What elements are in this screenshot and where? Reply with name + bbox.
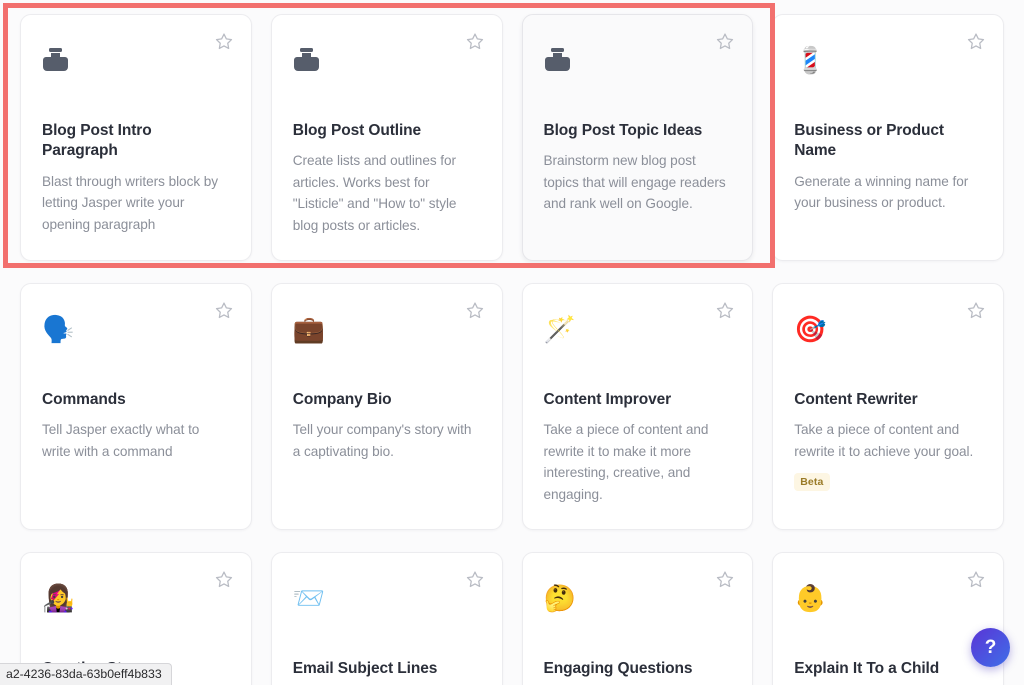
template-card[interactable]: 🎯 Content Rewriter Take a piece of content…	[772, 283, 1004, 530]
bullseye-dart-icon-glyph: 🎯	[794, 314, 827, 344]
template-card[interactable]: 🤔 Engaging Questions	[521, 552, 754, 685]
bullseye-dart-icon: 🎯	[794, 306, 981, 352]
template-card-description: Tell your company's story with a captiva…	[292, 422, 472, 459]
template-card[interactable]: Blog Post Topic Ideas Brainstorm new blog…	[521, 14, 754, 261]
favorite-star-icon[interactable]	[215, 301, 233, 319]
template-card[interactable]: 🗣️ Commands Tell Jasper exactly what to wr…	[20, 283, 252, 530]
favorite-star-icon[interactable]	[967, 301, 985, 319]
inkwell-icon	[42, 37, 229, 83]
baby-face-icon: 👶	[794, 575, 981, 621]
baby-face-icon-glyph: 👶	[794, 583, 827, 613]
thinking-face-icon-glyph: 🤔	[543, 583, 576, 613]
barber-pole-icon-glyph: 💈	[794, 45, 827, 75]
help-button[interactable]: ?	[971, 628, 1010, 667]
template-card-description: Tell Jasper exactly what to write with a…	[42, 422, 200, 459]
template-card-title: Commands	[42, 391, 126, 408]
template-card-title: Blog Post Topic Ideas	[543, 122, 703, 139]
favorite-star-icon[interactable]	[716, 570, 734, 588]
favorite-star-icon[interactable]	[466, 570, 484, 588]
favorite-star-icon[interactable]	[466, 301, 484, 319]
thinking-face-icon: 🤔	[544, 575, 731, 621]
template-card-title: Business or Product Name	[794, 122, 944, 160]
briefcase-icon: 💼	[293, 306, 480, 352]
template-card[interactable]: 📨 Email Subject Lines	[270, 552, 503, 685]
briefcase-icon-glyph: 💼	[292, 314, 326, 344]
template-card-description: Brainstorm new blog post topics that wil…	[543, 153, 726, 212]
template-card-title: Blog Post Intro Paragraph	[42, 122, 152, 160]
inkwell-icon	[293, 37, 480, 83]
favorite-star-icon[interactable]	[466, 32, 484, 50]
template-card[interactable]: 🪄 Content Improver Take a piece of content…	[521, 283, 754, 530]
inkwell-icon	[544, 37, 731, 83]
template-card[interactable]: 💈 Business or Product Name Generate a winn…	[772, 14, 1004, 261]
incoming-envelope-icon: 📨	[293, 575, 480, 621]
template-card-description: Take a piece of content and rewrite it t…	[794, 422, 974, 459]
template-card-description: Blast through writers block by letting J…	[42, 173, 219, 232]
template-card-title: Engaging Questions	[543, 660, 693, 677]
favorite-star-icon[interactable]	[716, 301, 734, 319]
template-gallery: Blog Post Intro Paragraph Blast through w…	[0, 0, 1024, 685]
incoming-envelope-icon-glyph: 📨	[292, 583, 326, 613]
template-card-title: Blog Post Outline	[292, 122, 422, 139]
favorite-star-icon[interactable]	[716, 32, 734, 50]
template-card-description: Take a piece of content and rewrite it t…	[543, 422, 709, 502]
speaking-head-icon-glyph: 🗣️	[42, 314, 75, 344]
template-card-description: Generate a winning name for your busines…	[794, 173, 969, 211]
favorite-star-icon[interactable]	[215, 32, 233, 50]
template-card-title: Explain It To a Child	[794, 660, 940, 677]
favorite-star-icon[interactable]	[967, 32, 985, 50]
template-card-description: Create lists and outlines for articles. …	[292, 153, 457, 233]
template-card-title: Email Subject Lines	[292, 660, 438, 677]
template-card-title: Content Rewriter	[794, 391, 918, 408]
browser-status-bar: a2-4236-83da-63b0eff4b833	[0, 663, 172, 685]
template-card[interactable]: Blog Post Outline Create lists and outlin…	[270, 14, 503, 261]
speaking-head-icon: 🗣️	[42, 306, 229, 352]
woman-artist-icon: 👩‍🎤	[42, 575, 229, 621]
status-bar-text: a2-4236-83da-63b0eff4b833	[6, 667, 162, 681]
magic-wand-icon: 🪄	[544, 306, 731, 352]
woman-artist-icon-glyph: 👩‍🎤	[42, 583, 75, 613]
favorite-star-icon[interactable]	[967, 570, 985, 588]
template-card[interactable]: 👶 Explain It To a Child	[772, 552, 1004, 685]
help-button-label: ?	[984, 636, 997, 658]
template-card[interactable]: 💼 Company Bio Tell your company's story wi…	[270, 283, 503, 530]
magic-wand-icon-glyph: 🪄	[543, 314, 576, 344]
template-card[interactable]: Blog Post Intro Paragraph Blast through w…	[20, 14, 252, 261]
template-card-grid: Blog Post Intro Paragraph Blast through w…	[20, 14, 1004, 685]
barber-pole-icon: 💈	[794, 37, 981, 83]
template-card-title: Content Improver	[543, 391, 672, 408]
template-card-title: Company Bio	[292, 391, 392, 408]
favorite-star-icon[interactable]	[215, 570, 233, 588]
status-badge: Beta	[794, 473, 831, 492]
